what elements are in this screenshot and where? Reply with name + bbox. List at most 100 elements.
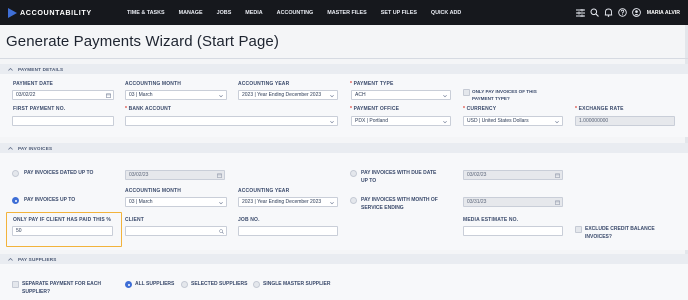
only-pay-invoices-label-1: ONLY PAY INVOICES OF THIS — [472, 89, 537, 94]
payment-type-select[interactable]: ACH — [351, 90, 451, 100]
month-of-service-field: 03/31/23 — [463, 197, 563, 207]
only-pay-if-client-paid-label: ONLY PAY IF CLIENT HAS PAID THIS % — [13, 217, 111, 223]
chevron-down-icon — [219, 94, 223, 98]
nav-icons: MARIA ALVIR — [573, 0, 680, 25]
page-title: Generate Payments Wizard (Start Page) — [6, 33, 279, 50]
nav-item-manage[interactable]: MANAGE — [179, 10, 203, 16]
nav-item-accounting[interactable]: ACCOUNTING — [277, 10, 314, 16]
pay-invoices-due-date-radio[interactable] — [350, 170, 357, 177]
accounting-month-select[interactable]: 03 | March — [125, 90, 227, 100]
pay-invoices-due-date-label-2: UP TO — [361, 178, 377, 184]
payment-office-select[interactable]: PDX | Portland — [351, 116, 451, 126]
month-of-service-label-1: PAY INVOICES WITH MONTH OF — [361, 197, 438, 203]
due-date-field: 03/02/23 — [463, 170, 563, 180]
currency-value: USD | United States Dollars — [467, 118, 529, 124]
currency-select[interactable]: USD | United States Dollars — [463, 116, 563, 126]
client-search-input[interactable] — [125, 226, 227, 236]
pay-invoices-due-date-label-1: PAY INVOICES WITH DUE DATE — [361, 170, 437, 176]
payment-office-value: PDX | Portland — [355, 118, 388, 124]
pay-invoices-up-to-label: PAY INVOICES UP TO — [24, 197, 76, 203]
separate-payment-label-1: SEPARATE PAYMENT FOR EACH — [22, 281, 101, 287]
section-pay-suppliers-header[interactable]: PAY SUPPLIERS — [0, 254, 688, 264]
job-no-label: JOB NO. — [238, 217, 260, 223]
nav-item-quick-add[interactable]: QUICK ADD — [431, 10, 461, 16]
user-name[interactable]: MARIA ALVIR — [647, 10, 680, 16]
chevron-up-icon — [8, 257, 13, 261]
calendar-icon[interactable] — [106, 93, 111, 98]
exchange-rate-label: EXCHANGE RATE — [575, 106, 624, 112]
all-suppliers-radio[interactable] — [125, 281, 132, 288]
only-pay-invoices-label-2: PAYMENT TYPE? — [472, 96, 510, 101]
calendar-icon — [555, 200, 560, 205]
bank-account-label: BANK ACCOUNT — [125, 106, 171, 112]
only-pay-if-client-paid-value: 50 — [16, 228, 22, 234]
separate-payment-checkbox[interactable] — [12, 281, 19, 288]
list-icon[interactable] — [575, 7, 587, 19]
help-icon[interactable] — [617, 7, 629, 19]
selected-suppliers-radio[interactable] — [181, 281, 188, 288]
exclude-credit-label-1: EXCLUDE CREDIT BALANCE — [585, 226, 655, 232]
only-pay-invoices-checkbox[interactable] — [463, 89, 470, 96]
dated-up-to-date-field: 03/02/23 — [125, 170, 225, 180]
section-title: PAY SUPPLIERS — [18, 256, 57, 262]
accounting-month-value: 03 | March — [129, 92, 153, 98]
brand-name: ACCOUNTABILITY — [20, 8, 92, 17]
exchange-rate-field: 1.000000000 — [575, 116, 675, 126]
media-estimate-label: MEDIA ESTIMATE NO. — [463, 217, 519, 223]
dated-up-to-date-value: 03/02/23 — [129, 172, 149, 178]
section-title: PAY INVOICES — [18, 145, 53, 151]
nav-item-time-tasks[interactable]: TIME & TASKS — [127, 10, 165, 16]
payment-type-value: ACH — [355, 92, 366, 98]
payment-office-label: PAYMENT OFFICE — [350, 106, 399, 112]
nav-item-jobs[interactable]: JOBS — [217, 10, 232, 16]
chevron-up-icon — [8, 146, 13, 150]
accounting-year-value: 2023 | Year Ending December 2023 — [242, 92, 322, 98]
accounting-year-label: ACCOUNTING YEAR — [238, 81, 290, 87]
month-of-service-label-2: SERVICE ENDING — [361, 205, 404, 211]
pay-invoices-dated-up-to-radio[interactable] — [12, 170, 19, 177]
section-pay-invoices-header[interactable]: PAY INVOICES — [0, 143, 688, 153]
nav-item-media[interactable]: MEDIA — [245, 10, 262, 16]
first-payment-no-input[interactable] — [12, 116, 114, 126]
section-title: PAYMENT DETAILS — [18, 66, 64, 72]
exchange-rate-value: 1.000000000 — [579, 118, 609, 124]
search-icon[interactable] — [589, 7, 601, 19]
pay-invoices-accounting-year-value: 2023 | Year Ending December 2023 — [242, 199, 322, 205]
calendar-icon — [217, 173, 222, 178]
nav-item-master-files[interactable]: MASTER FILES — [327, 10, 367, 16]
calendar-icon — [555, 173, 560, 178]
chevron-down-icon — [330, 120, 334, 124]
nav-menu: TIME & TASKS MANAGE JOBS MEDIA ACCOUNTIN… — [106, 10, 461, 16]
chevron-down-icon — [443, 120, 447, 124]
bell-icon[interactable] — [603, 7, 615, 19]
brand-mark-icon — [8, 7, 17, 18]
brand-logo[interactable]: ACCOUNTABILITY — [8, 7, 106, 18]
pay-invoices-accounting-year-select[interactable]: 2023 | Year Ending December 2023 — [238, 197, 338, 207]
chevron-down-icon — [555, 120, 559, 124]
section-payment-details-header[interactable]: PAYMENT DETAILS — [0, 64, 688, 74]
single-master-supplier-radio[interactable] — [253, 281, 260, 288]
only-pay-if-client-paid-input[interactable]: 50 — [12, 226, 113, 236]
pay-invoices-month-of-service-radio[interactable] — [350, 197, 357, 204]
pay-invoices-accounting-month-select[interactable]: 03 | March — [125, 197, 227, 207]
accounting-year-select[interactable]: 2023 | Year Ending December 2023 — [238, 90, 338, 100]
pay-invoices-accounting-year-label: ACCOUNTING YEAR — [238, 188, 290, 194]
bank-account-select[interactable] — [125, 116, 338, 126]
payment-date-field[interactable]: 03/02/22 — [12, 90, 114, 100]
pay-invoices-accounting-month-label: ACCOUNTING MONTH — [125, 188, 182, 194]
month-of-service-value: 03/31/23 — [467, 199, 487, 205]
pay-invoices-accounting-month-value: 03 | March — [129, 199, 153, 205]
media-estimate-input[interactable] — [463, 226, 563, 236]
top-nav: ACCOUNTABILITY TIME & TASKS MANAGE JOBS … — [0, 0, 688, 25]
nav-item-set-up-files[interactable]: SET UP FILES — [381, 10, 417, 16]
pay-invoices-up-to-radio[interactable] — [12, 197, 19, 204]
job-no-input[interactable] — [238, 226, 338, 236]
chevron-down-icon — [330, 201, 334, 205]
exclude-credit-balance-checkbox[interactable] — [575, 226, 582, 233]
chevron-down-icon — [219, 201, 223, 205]
all-suppliers-label: ALL SUPPLIERS — [135, 281, 175, 287]
first-payment-no-label: FIRST PAYMENT NO. — [13, 106, 66, 112]
chevron-down-icon — [330, 94, 334, 98]
user-icon[interactable] — [631, 7, 643, 19]
search-icon[interactable] — [219, 229, 224, 234]
